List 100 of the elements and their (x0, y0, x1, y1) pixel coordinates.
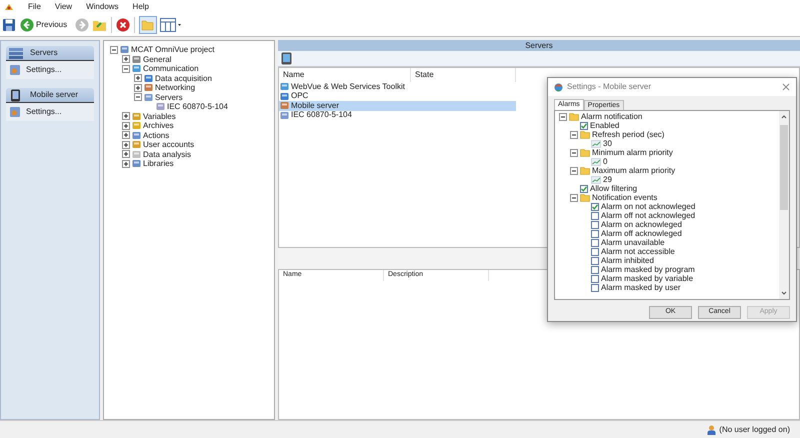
table-row[interactable]: OPC (279, 92, 516, 101)
tablet-icon[interactable] (281, 52, 292, 65)
sidebar-item[interactable]: Settings... (6, 61, 94, 79)
node-icon (132, 130, 141, 140)
node-icon (144, 92, 153, 102)
node-icon (132, 150, 141, 159)
tree-item[interactable]: IEC 60870-5-104 (167, 102, 228, 112)
tree-item[interactable]: Notification events (592, 193, 658, 202)
menu-item[interactable]: Help (132, 1, 149, 13)
tree-item[interactable]: User accounts (143, 140, 194, 150)
sidebar-group-title: Mobile server (30, 89, 78, 101)
checkbox[interactable] (591, 238, 599, 246)
checkbox[interactable] (591, 284, 599, 292)
tree-item[interactable]: Alarm off not acknowleged (601, 211, 696, 220)
tree-item[interactable]: Alarm masked by user (601, 283, 681, 292)
tree-item[interactable]: Data analysis (143, 150, 192, 159)
expand-icon[interactable] (134, 84, 142, 92)
tree-item[interactable]: Alarm on acknowleged (601, 220, 682, 229)
tree-item[interactable]: Allow filtering (590, 184, 638, 193)
checkbox[interactable] (580, 122, 588, 130)
status-text: (No user logged on) (719, 424, 790, 436)
expand-icon[interactable] (122, 140, 130, 149)
collapse-icon[interactable] (122, 64, 130, 73)
tree-item[interactable]: Servers (155, 92, 183, 102)
expand-icon[interactable] (122, 131, 130, 140)
sidebar-group-header[interactable]: Servers (6, 46, 94, 61)
previous-button[interactable]: Previous (19, 18, 68, 32)
tree-item[interactable]: Enabled (590, 121, 620, 130)
expand-icon[interactable] (122, 112, 130, 120)
value-icon (591, 176, 601, 184)
node-icon (132, 112, 141, 121)
expand-icon[interactable] (122, 160, 130, 168)
collapse-icon[interactable] (570, 194, 578, 202)
folder-icon[interactable] (92, 18, 108, 32)
column-header[interactable]: Name (279, 68, 411, 82)
table-row[interactable]: WebVue & Web Services Toolkit (279, 82, 516, 92)
close-icon[interactable] (782, 83, 790, 91)
node-icon (132, 64, 141, 74)
checkbox[interactable] (591, 248, 599, 256)
tree-item[interactable]: Data acquisition (155, 74, 212, 83)
checkbox[interactable] (591, 256, 599, 264)
grid-view-icon[interactable] (160, 18, 182, 32)
checkbox[interactable] (591, 202, 599, 210)
globe-icon (554, 82, 563, 92)
checkbox[interactable] (591, 274, 599, 282)
tree-item[interactable]: General (143, 54, 172, 64)
tree-item[interactable]: MCAT OmniVue project (131, 45, 214, 54)
tree-item[interactable]: Archives (143, 121, 174, 130)
collapse-icon[interactable] (570, 166, 578, 174)
table-row[interactable]: Mobile server (279, 101, 516, 110)
tree-item[interactable]: Alarm masked by variable (601, 274, 694, 283)
tree-item[interactable]: Variables (143, 112, 176, 121)
collapse-icon[interactable] (570, 148, 578, 156)
expand-icon[interactable] (122, 55, 130, 64)
checkbox[interactable] (591, 230, 599, 238)
menu-item[interactable]: File (28, 1, 41, 13)
app-logo-icon (4, 2, 14, 12)
tree-item[interactable]: Alarm inhibited (601, 256, 654, 265)
expand-icon[interactable] (122, 150, 130, 158)
tree-item[interactable]: Alarm unavailable (601, 238, 665, 247)
value-icon (591, 158, 601, 166)
checkbox[interactable] (591, 266, 599, 274)
menu-item[interactable]: View (54, 1, 72, 13)
close-icon[interactable] (116, 18, 130, 32)
collapse-icon[interactable] (570, 130, 578, 138)
server-stack-icon (8, 46, 24, 60)
scrollbar[interactable] (779, 111, 789, 299)
tree-item[interactable]: Maximum alarm priority (592, 166, 676, 175)
checkbox[interactable] (591, 220, 599, 228)
tree-item[interactable]: Refresh period (sec) (592, 130, 664, 139)
collapse-icon[interactable] (134, 93, 142, 102)
sidebar-item[interactable]: Settings... (6, 103, 94, 121)
menu-item[interactable]: Windows (86, 1, 119, 13)
checkbox[interactable] (591, 212, 599, 220)
node-icon (144, 83, 153, 92)
tree-item[interactable]: Alarm masked by program (601, 265, 695, 274)
tree-item[interactable]: Alarm not accessible (601, 247, 675, 256)
tree-item[interactable]: Networking (155, 83, 196, 92)
sidebar-group-title: Servers (30, 47, 58, 59)
table-row[interactable]: IEC 60870-5-104 (279, 110, 516, 120)
expand-icon[interactable] (122, 122, 130, 130)
checkbox[interactable] (580, 184, 588, 192)
expand-icon[interactable] (134, 74, 142, 82)
tree-item[interactable]: Libraries (143, 159, 174, 168)
collapse-icon[interactable] (110, 46, 118, 54)
sidebar-group-header[interactable]: Mobile server (6, 88, 94, 103)
tree-item[interactable]: Alarm off acknowleged (601, 229, 682, 238)
tree-item[interactable]: 29 (603, 175, 612, 184)
collapse-icon[interactable] (559, 112, 567, 120)
tree-item[interactable]: 0 (603, 157, 608, 166)
tree-item[interactable]: Alarm notification (581, 112, 642, 121)
save-icon[interactable] (2, 18, 16, 32)
tree-item[interactable]: Minimum alarm priority (592, 148, 673, 157)
column-header[interactable]: State (411, 68, 516, 82)
node-icon (132, 159, 141, 168)
tree-item[interactable]: Communication (143, 64, 199, 74)
tree-item[interactable]: 30 (603, 139, 612, 148)
tree-item[interactable]: Alarm on not acknowleged (601, 202, 696, 211)
tree-item[interactable]: Actions (143, 130, 170, 140)
folder-icon (580, 193, 590, 202)
